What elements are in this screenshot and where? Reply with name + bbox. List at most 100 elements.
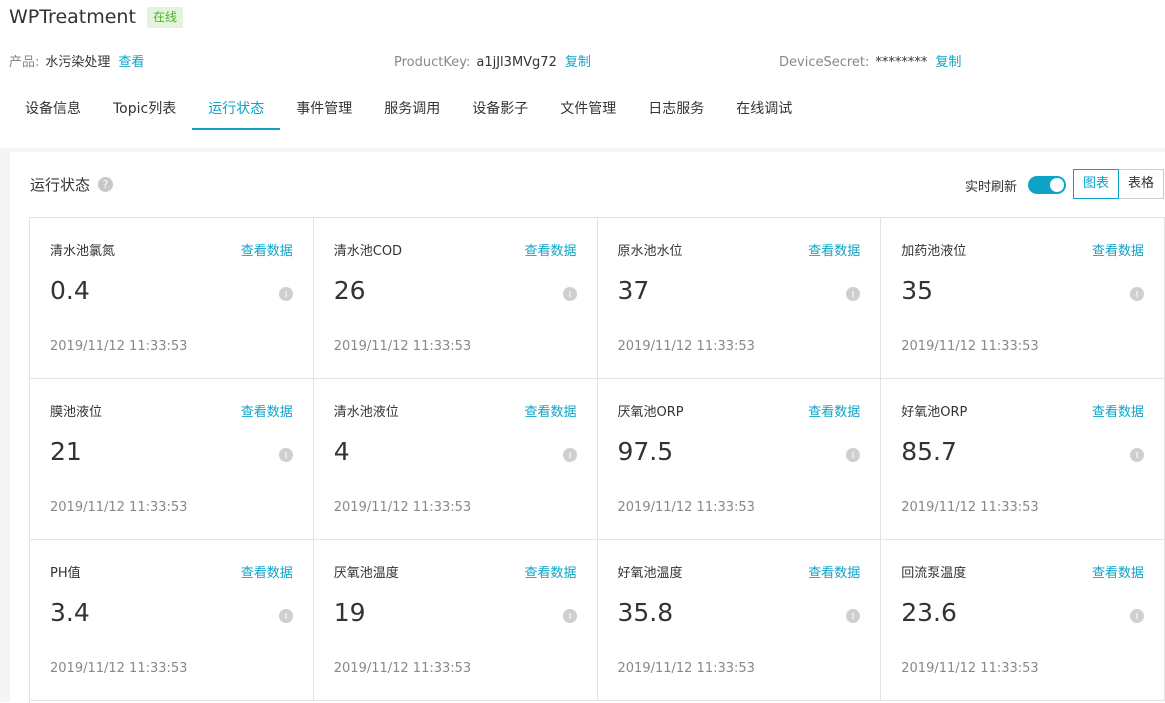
runtime-status-panel: 运行状态 ? 实时刷新 图表 表格 清水池氯氮 查看数据 0.4 2019/11/12… (10, 152, 1165, 703)
devicesecret-meta: DeviceSecret: ******** 复制 (779, 54, 961, 72)
view-data-link[interactable]: 查看数据 (808, 240, 860, 259)
property-value: 19 (333, 598, 366, 627)
status-badge: 在线 (146, 6, 183, 28)
property-value: 35.8 (617, 598, 674, 627)
info-icon[interactable] (562, 448, 577, 462)
view-data-link[interactable]: 查看数据 (524, 401, 576, 420)
property-value: 37 (617, 276, 650, 305)
view-data-link[interactable]: 查看数据 (524, 562, 576, 581)
productkey-label: ProductKey: (394, 55, 471, 70)
panel-title: 运行状态 ? (30, 174, 114, 195)
property-name: 好氧池ORP (901, 405, 968, 420)
view-data-link[interactable]: 查看数据 (1092, 401, 1144, 420)
status-card: 好氧池ORP 查看数据 85.7 2019/11/12 11:33:53 (881, 379, 1165, 540)
productkey-value: a1jJl3MVg72 (476, 55, 557, 70)
status-card: 清水池COD 查看数据 26 2019/11/12 11:33:53 (313, 218, 598, 379)
property-value: 21 (50, 437, 82, 466)
status-card: 好氧池温度 查看数据 35.8 2019/11/12 11:33:53 (597, 540, 882, 701)
view-data-link[interactable]: 查看数据 (241, 240, 293, 259)
status-card: 厌氧池ORP 查看数据 97.5 2019/11/12 11:33:53 (597, 379, 882, 540)
view-data-link[interactable]: 查看数据 (241, 401, 293, 420)
property-timestamp: 2019/11/12 11:33:53 (617, 339, 755, 354)
tab-item[interactable]: 设备影子 (456, 90, 544, 130)
property-value: 23.6 (901, 598, 957, 627)
info-icon[interactable] (846, 609, 861, 623)
productkey-copy-link[interactable]: 复制 (565, 55, 591, 70)
status-card: 清水池氯氮 查看数据 0.4 2019/11/12 11:33:53 (30, 218, 314, 379)
property-value: 4 (333, 437, 350, 466)
property-name: 清水池液位 (333, 405, 399, 420)
property-timestamp: 2019/11/12 11:33:53 (333, 661, 472, 676)
property-value: 0.4 (50, 276, 90, 305)
tab-item[interactable]: 服务调用 (368, 90, 456, 130)
property-timestamp: 2019/11/12 11:33:53 (50, 661, 188, 676)
tab-item[interactable]: 事件管理 (280, 90, 368, 130)
help-icon[interactable]: ? (98, 177, 114, 192)
property-timestamp: 2019/11/12 11:33:53 (901, 500, 1039, 515)
panel-title-text: 运行状态 (30, 176, 91, 194)
info-icon[interactable] (562, 609, 577, 623)
tab-item[interactable]: 日志服务 (632, 90, 720, 130)
info-icon[interactable] (278, 287, 293, 301)
view-data-link[interactable]: 查看数据 (1092, 562, 1144, 581)
view-data-link[interactable]: 查看数据 (524, 240, 576, 259)
realtime-refresh-toggle[interactable] (1028, 176, 1066, 194)
view-data-link[interactable]: 查看数据 (808, 401, 860, 420)
view-table-button[interactable]: 表格 (1119, 169, 1164, 199)
view-data-link[interactable]: 查看数据 (808, 562, 860, 581)
info-icon[interactable] (1130, 448, 1144, 462)
tab-item[interactable]: Topic列表 (97, 90, 192, 130)
property-name: 膜池液位 (50, 405, 103, 420)
info-icon[interactable] (846, 287, 861, 301)
info-icon[interactable] (278, 609, 293, 623)
status-card: PH值 查看数据 3.4 2019/11/12 11:33:53 (30, 540, 314, 701)
product-view-link[interactable]: 查看 (118, 55, 144, 70)
info-icon[interactable] (1130, 287, 1144, 301)
property-name: 清水池氯氮 (50, 244, 116, 259)
status-card: 厌氧池温度 查看数据 19 2019/11/12 11:33:53 (313, 540, 598, 701)
property-timestamp: 2019/11/12 11:33:53 (333, 339, 472, 354)
property-name: 加药池液位 (901, 244, 967, 259)
product-value: 水污染处理 (45, 55, 111, 70)
property-name: 好氧池温度 (617, 566, 683, 581)
devicesecret-value: ******** (875, 55, 928, 70)
realtime-refresh-label: 实时刷新 (965, 180, 1018, 195)
property-value: 3.4 (50, 598, 90, 627)
property-timestamp: 2019/11/12 11:33:53 (617, 500, 755, 515)
view-data-link[interactable]: 查看数据 (241, 562, 293, 581)
info-icon[interactable] (562, 287, 577, 301)
product-label: 产品: (9, 55, 40, 70)
property-timestamp: 2019/11/12 11:33:53 (333, 500, 472, 515)
status-card: 膜池液位 查看数据 21 2019/11/12 11:33:53 (30, 379, 314, 540)
property-timestamp: 2019/11/12 11:33:53 (617, 661, 755, 676)
property-name: 清水池COD (333, 244, 403, 259)
property-name: 回流泵温度 (901, 566, 967, 581)
tab-bar: 设备信息 Topic列表 运行状态 事件管理 服务调用 设备影子 文件管理 日志服务 在线调试 (9, 90, 808, 130)
property-timestamp: 2019/11/12 11:33:53 (50, 500, 188, 515)
info-icon[interactable] (278, 448, 293, 462)
status-card: 回流泵温度 查看数据 23.6 2019/11/12 11:33:53 (881, 540, 1165, 701)
info-icon[interactable] (846, 448, 861, 462)
property-value: 97.5 (617, 437, 674, 466)
tab-item[interactable]: 文件管理 (544, 90, 632, 130)
devicesecret-copy-link[interactable]: 复制 (935, 55, 961, 70)
device-header: WPTreatment 在线 产品: 水污染处理 查看 ProductKey: a1j… (0, 0, 1165, 148)
view-chart-button[interactable]: 图表 (1073, 169, 1119, 199)
property-name: 厌氧池温度 (333, 566, 399, 581)
product-meta: 产品: 水污染处理 查看 (9, 54, 144, 72)
title-row: WPTreatment 在线 (9, 3, 183, 31)
status-card: 清水池液位 查看数据 4 2019/11/12 11:33:53 (313, 379, 598, 540)
view-switch: 图表 表格 (1073, 169, 1164, 199)
property-name: PH值 (50, 566, 81, 581)
productkey-meta: ProductKey: a1jJl3MVg72 复制 (394, 54, 591, 72)
info-icon[interactable] (1130, 609, 1144, 623)
property-value: 26 (333, 276, 366, 305)
tab-item[interactable]: 设备信息 (9, 90, 97, 130)
tab-item[interactable]: 运行状态 (192, 90, 281, 130)
tab-item[interactable]: 在线调试 (720, 90, 808, 130)
property-name: 原水池水位 (617, 244, 683, 259)
devicesecret-label: DeviceSecret: (779, 55, 870, 70)
status-card: 原水池水位 查看数据 37 2019/11/12 11:33:53 (597, 218, 882, 379)
property-timestamp: 2019/11/12 11:33:53 (901, 339, 1039, 354)
view-data-link[interactable]: 查看数据 (1092, 240, 1144, 259)
